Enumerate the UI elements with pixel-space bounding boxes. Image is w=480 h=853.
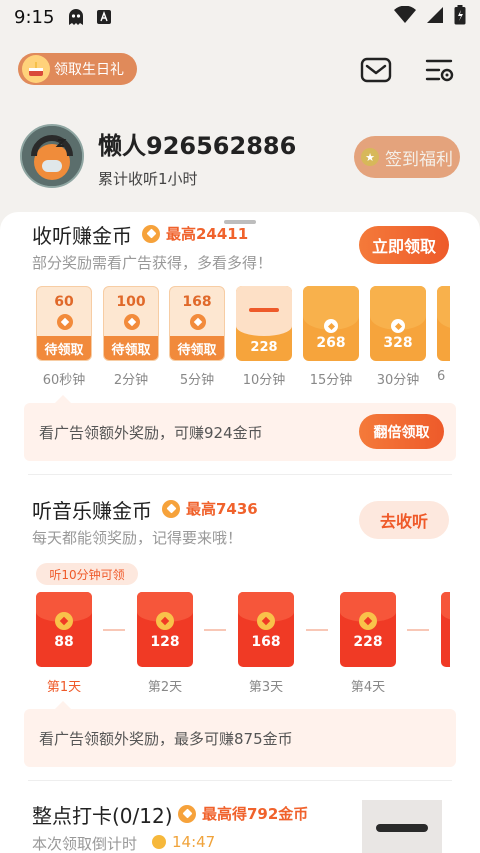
punch-max-badge: 最高得792金币: [178, 803, 308, 824]
reward-status: 待领取: [37, 336, 91, 360]
progress-dash: [249, 308, 279, 312]
signin-label: 签到福利: [385, 149, 453, 170]
day-amount: 228: [353, 634, 383, 650]
reward-label: 2分钟: [113, 373, 149, 386]
reward-label: 15分钟: [309, 373, 353, 386]
listen-time: 累计收听1小时: [98, 170, 198, 188]
ghost-icon: [66, 7, 86, 27]
music-ad-tip: 看广告领额外奖励，最多可赚875金币: [24, 701, 456, 767]
music-max-badge: 最高7436: [162, 498, 258, 519]
listen-max-badge: 最高24411: [142, 223, 248, 244]
listen-ad-tip: 看广告领额外奖励，可赚924金币 翻倍领取: [24, 395, 456, 461]
settings-list-icon: [425, 59, 454, 82]
day-envelope[interactable]: 128: [137, 592, 193, 667]
day-amount: 88: [54, 634, 74, 650]
star-icon: ★: [361, 148, 379, 166]
coin-icon: [359, 612, 377, 630]
coin-icon: [55, 612, 73, 630]
battery-icon: [454, 4, 466, 30]
listen-max-label: 最高24411: [166, 225, 249, 243]
birthday-label: 领取生日礼: [54, 62, 124, 78]
coin-icon: [391, 319, 405, 333]
signin-welfare-button[interactable]: ★ 签到福利: [354, 136, 460, 178]
reward-card[interactable]: 268: [303, 286, 359, 361]
coin-icon: [156, 612, 174, 630]
day-label: 第4天: [350, 680, 386, 692]
reward-card[interactable]: 168 待领取: [169, 286, 225, 361]
reward-card[interactable]: 328: [370, 286, 426, 361]
coin-icon: [162, 499, 180, 518]
listen-reward-row[interactable]: 60 待领取 60秒钟 100 待领取 2分钟 168 待领取 5分钟 228 …: [36, 286, 450, 386]
reward-card[interactable]: 228: [236, 286, 292, 361]
signal-icon: [426, 6, 444, 29]
coin-icon: [57, 314, 73, 330]
day-envelope[interactable]: 168: [238, 592, 294, 667]
music-day-row[interactable]: 88 第1天 128 第2天 168 第3天 228 第4天: [36, 592, 450, 692]
punch-max-label: 最高得792金币: [202, 805, 309, 823]
day-envelope[interactable]: [441, 592, 450, 667]
reward-amount: 168: [182, 294, 212, 310]
reward-amount: 228: [250, 340, 278, 355]
settings-button[interactable]: [422, 52, 458, 88]
claim-now-button[interactable]: 立即领取: [359, 226, 449, 264]
reward-amount: 60: [54, 294, 74, 310]
reward-label: 5分钟: [179, 373, 215, 386]
coin-icon: [178, 804, 196, 823]
reward-card[interactable]: 60 待领取: [36, 286, 92, 361]
divider: [28, 780, 452, 781]
reward-label: 30分钟: [376, 373, 420, 386]
day-label: 第2天: [147, 680, 183, 692]
divider: [28, 474, 452, 475]
day-label: 第3天: [248, 680, 284, 692]
reward-status: 待领取: [104, 336, 158, 360]
reward-label: 60秒钟: [42, 373, 86, 386]
reward-amount: 328: [383, 335, 413, 351]
status-bar: 9:15: [0, 0, 480, 34]
reward-card[interactable]: 100 待领取: [103, 286, 159, 361]
reward-amount: 268: [316, 335, 346, 351]
birthday-gift-button[interactable]: 领取生日礼: [18, 53, 137, 85]
mail-button[interactable]: [358, 52, 394, 88]
coin-icon: [190, 314, 206, 330]
listen-requirement-pill: 听10分钟可领: [36, 563, 138, 585]
font-a-icon: [96, 9, 112, 25]
coin-icon: [324, 319, 338, 333]
reward-amount: 100: [116, 294, 146, 310]
coin-icon: [142, 224, 160, 243]
mail-icon: [360, 57, 392, 83]
countdown-timer: 14:47: [152, 833, 215, 851]
avatar-icon: [22, 126, 82, 186]
punch-section-title: 整点打卡(0/12): [32, 804, 173, 828]
day-amount: 128: [150, 634, 180, 650]
music-tip-text: 看广告领额外奖励，最多可赚875金币: [39, 730, 293, 748]
day-envelope[interactable]: 228: [340, 592, 396, 667]
listen-subtitle: 部分奖励需看广告获得，多看多得！: [32, 254, 273, 272]
music-section-title: 听音乐赚金币: [32, 499, 152, 523]
floating-thumbnail[interactable]: [362, 800, 442, 853]
punch-subtitle: 本次领取倒计时: [32, 835, 138, 853]
cake-icon: [22, 55, 50, 83]
day-envelope[interactable]: 88: [36, 592, 92, 667]
countdown-value: 14:47: [172, 833, 216, 851]
wifi-icon: [394, 5, 416, 29]
reward-status: 待领取: [170, 336, 224, 360]
reward-label: 6: [437, 369, 446, 384]
day-amount: 168: [251, 634, 281, 650]
user-name: 懒人926562886: [98, 132, 297, 160]
coin-icon: [257, 612, 275, 630]
coin-icon: [124, 314, 140, 330]
go-listen-button[interactable]: 去收听: [359, 501, 449, 539]
double-claim-button[interactable]: 翻倍领取: [359, 414, 444, 449]
listen-tip-text: 看广告领额外奖励，可赚924金币: [39, 424, 263, 442]
reward-card[interactable]: [437, 286, 450, 361]
status-time: 9:15: [14, 6, 55, 28]
avatar[interactable]: [20, 124, 84, 188]
music-subtitle: 每天都能领奖励，记得要来哦！: [32, 529, 243, 547]
clock-icon: [152, 835, 166, 849]
day-label: 第1天: [46, 680, 82, 692]
listen-section-title: 收听赚金币: [32, 224, 132, 248]
reward-label: 10分钟: [242, 373, 286, 386]
music-max-label: 最高7436: [186, 500, 258, 518]
